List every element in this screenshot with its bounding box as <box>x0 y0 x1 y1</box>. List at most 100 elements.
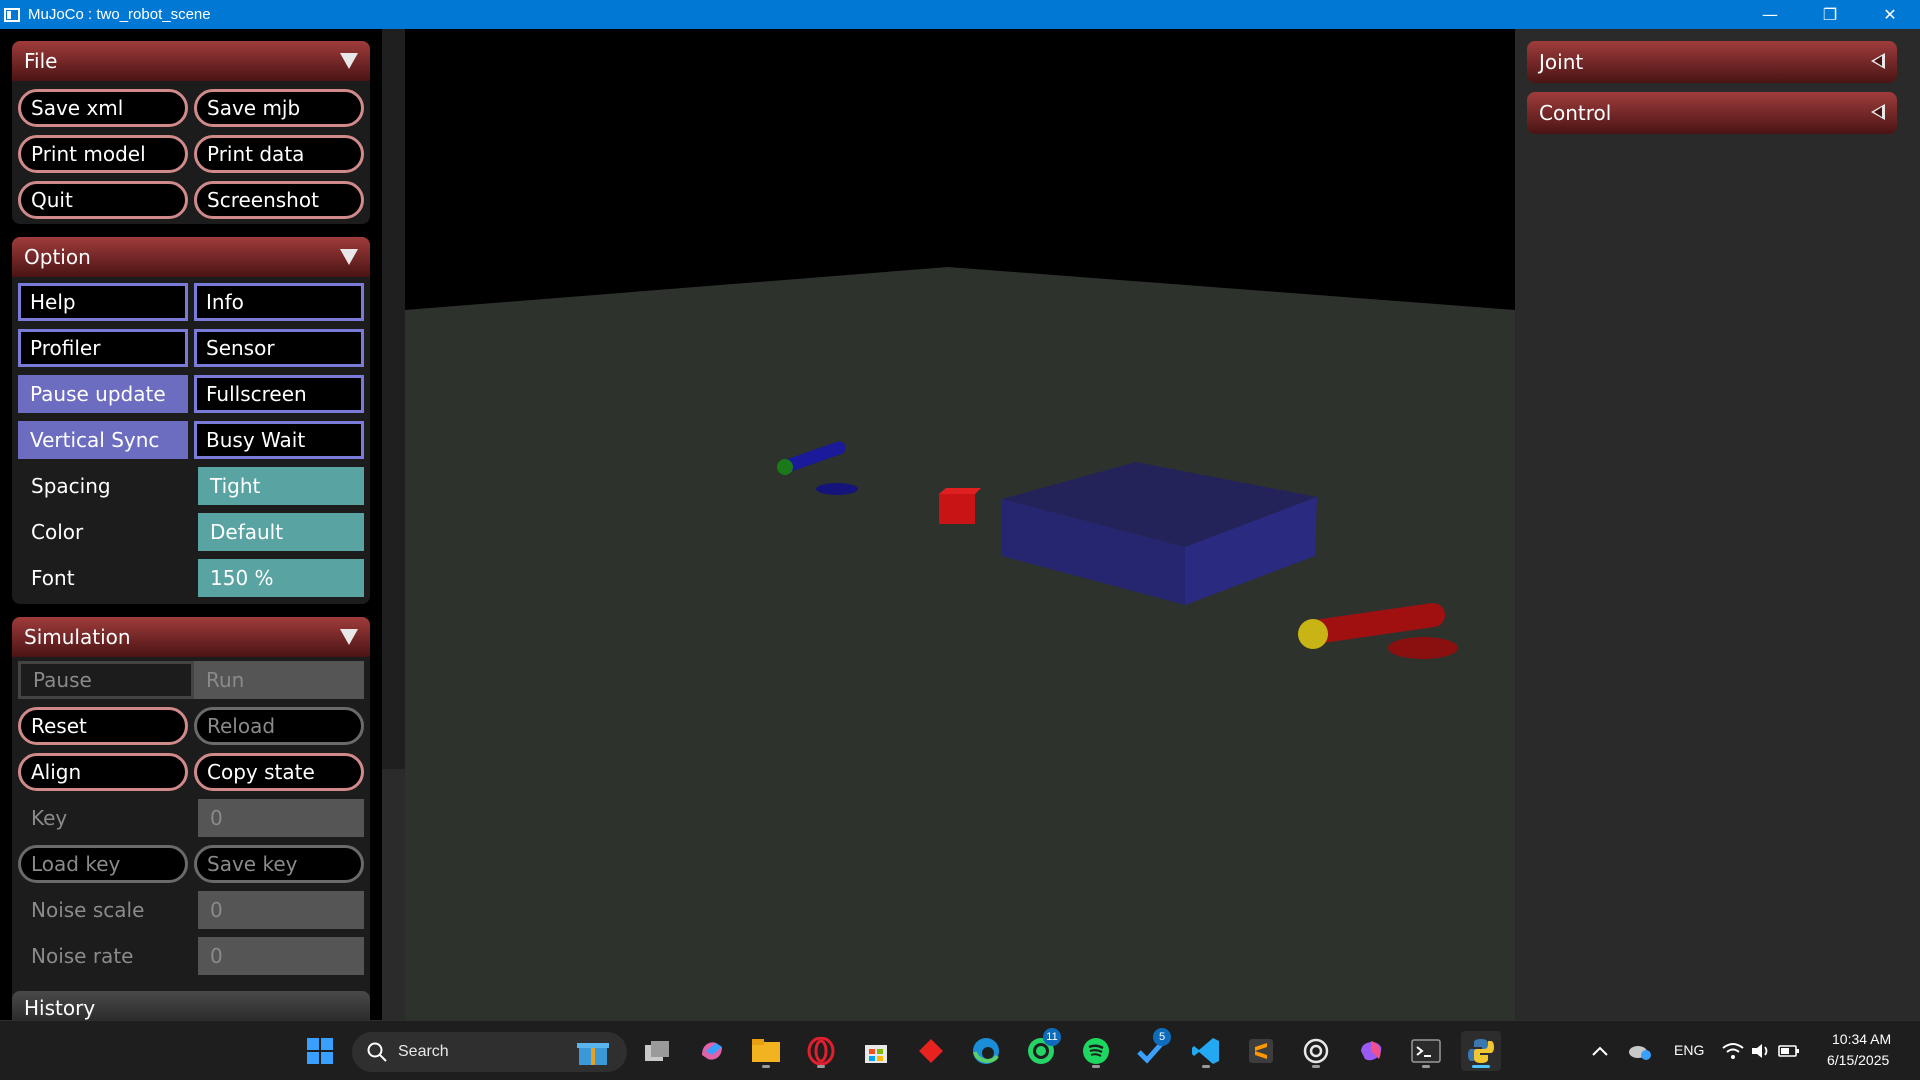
clock-date[interactable]: 6/15/2025 <box>1827 1052 1889 1068</box>
taskbar-search[interactable]: Search <box>352 1032 627 1072</box>
run-radio[interactable]: Run <box>194 661 364 699</box>
language-indicator[interactable]: ENG <box>1674 1042 1704 1058</box>
terminal-button[interactable] <box>1406 1031 1446 1071</box>
simulation-header-label: Simulation <box>24 625 131 649</box>
noise-rate-field[interactable]: 0 <box>198 937 364 975</box>
minimize-button[interactable]: — <box>1740 0 1800 29</box>
joint-section-header[interactable]: Joint <box>1527 41 1897 83</box>
battery-icon <box>1778 1045 1799 1057</box>
file-explorer-button[interactable] <box>746 1031 786 1071</box>
window-controls: — ❐ ✕ <box>1740 0 1920 29</box>
simulation-viewport[interactable] <box>405 29 1515 1020</box>
busy-wait-toggle[interactable]: Busy Wait <box>194 421 364 459</box>
title-bar: MuJoCo : two_robot_scene — ❐ ✕ <box>0 0 1920 29</box>
task-view-icon <box>645 1041 669 1061</box>
copy-state-button[interactable]: Copy state <box>194 753 364 791</box>
start-button[interactable] <box>300 1031 340 1071</box>
scene-render <box>405 29 1515 1020</box>
edge-icon <box>973 1038 999 1064</box>
control-section-header[interactable]: Control <box>1527 92 1897 134</box>
spacing-select[interactable]: Tight <box>198 467 364 505</box>
print-model-button[interactable]: Print model <box>18 135 188 173</box>
color-select[interactable]: Default <box>198 513 364 551</box>
folder-icon <box>752 1039 780 1062</box>
history-section-header[interactable]: History <box>12 991 370 1020</box>
file-section-header[interactable]: File <box>12 41 370 81</box>
simulation-section: Simulation Pause Run Reset Reload Align … <box>12 617 370 1008</box>
blue-robot-joint <box>777 459 793 475</box>
onedrive-button[interactable] <box>1622 1031 1658 1071</box>
collapse-triangle-icon <box>340 249 358 265</box>
whatsapp-button[interactable]: 11 <box>1021 1028 1061 1071</box>
opera-button[interactable] <box>801 1031 841 1071</box>
control-header-label: Control <box>1539 101 1612 125</box>
noise-scale-field[interactable]: 0 <box>198 891 364 929</box>
align-button[interactable]: Align <box>18 753 188 791</box>
screenshot-button[interactable]: Screenshot <box>194 181 364 219</box>
floor-plane <box>405 267 1515 1020</box>
clock-time[interactable]: 10:34 AM <box>1832 1031 1891 1047</box>
key-label: Key <box>31 806 68 830</box>
pause-update-toggle[interactable]: Pause update <box>18 375 188 413</box>
volume-icon <box>1752 1044 1768 1058</box>
chatgpt-button[interactable] <box>1296 1031 1336 1071</box>
python-icon <box>1468 1039 1494 1063</box>
simulation-section-header[interactable]: Simulation <box>12 617 370 657</box>
taskbar: Search 11 5 ENG 10:34 AM 6/15/2025 <box>0 1020 1920 1080</box>
key-field[interactable]: 0 <box>198 799 364 837</box>
git-app-button[interactable] <box>911 1031 951 1071</box>
design-app-button[interactable] <box>1351 1031 1391 1071</box>
left-ui-panel: File Save xml Save mjb Print model Print… <box>0 29 382 1020</box>
spotify-icon <box>1083 1038 1109 1064</box>
font-select[interactable]: 150 % <box>198 559 364 597</box>
save-xml-button[interactable]: Save xml <box>18 89 188 127</box>
font-label: Font <box>31 566 75 590</box>
quick-settings-button[interactable] <box>1716 1031 1806 1071</box>
vertical-sync-toggle[interactable]: Vertical Sync <box>18 421 188 459</box>
load-key-button[interactable]: Load key <box>18 845 188 883</box>
sublime-button[interactable] <box>1241 1031 1281 1071</box>
sensor-toggle[interactable]: Sensor <box>194 329 364 367</box>
cloud-icon <box>1629 1046 1651 1060</box>
scrollbar-thumb[interactable] <box>382 29 405 769</box>
joint-header-label: Joint <box>1539 50 1584 74</box>
fullscreen-toggle[interactable]: Fullscreen <box>194 375 364 413</box>
blue-robot-base <box>816 483 858 495</box>
todo-button[interactable]: 5 <box>1131 1028 1171 1071</box>
help-toggle[interactable]: Help <box>18 283 188 321</box>
vscode-icon <box>1192 1038 1219 1064</box>
diamond-app-icon <box>919 1039 943 1063</box>
pause-radio[interactable]: Pause <box>18 661 194 699</box>
red-robot-arm <box>1310 603 1445 643</box>
save-key-button[interactable]: Save key <box>194 845 364 883</box>
edge-button[interactable] <box>966 1031 1006 1071</box>
reload-button[interactable]: Reload <box>194 707 364 745</box>
todo-badge: 5 <box>1153 1028 1171 1046</box>
task-view-button[interactable] <box>637 1031 677 1071</box>
python-mujoco-button[interactable] <box>1461 1031 1501 1071</box>
option-section-header[interactable]: Option <box>12 237 370 277</box>
opera-icon <box>807 1037 835 1065</box>
profiler-toggle[interactable]: Profiler <box>18 329 188 367</box>
expand-triangle-icon <box>1871 53 1885 69</box>
windows-icon <box>307 1038 333 1064</box>
vscode-button[interactable] <box>1186 1031 1226 1071</box>
copilot-button[interactable] <box>692 1031 732 1071</box>
openai-icon <box>1303 1038 1329 1064</box>
print-data-button[interactable]: Print data <box>194 135 364 173</box>
microsoft-store-button[interactable] <box>856 1031 896 1071</box>
info-toggle[interactable]: Info <box>194 283 364 321</box>
reset-button[interactable]: Reset <box>18 707 188 745</box>
noise-scale-label: Noise scale <box>31 898 145 922</box>
window-title: MuJoCo : two_robot_scene <box>28 6 211 23</box>
close-button[interactable]: ✕ <box>1860 0 1920 29</box>
left-panel-scrollbar[interactable] <box>382 29 405 1020</box>
app-icon <box>4 7 20 22</box>
maximize-button[interactable]: ❐ <box>1800 0 1860 29</box>
red-robot-base <box>1388 637 1458 659</box>
show-hidden-icons-button[interactable] <box>1580 1031 1620 1071</box>
file-section: File Save xml Save mjb Print model Print… <box>12 41 370 224</box>
save-mjb-button[interactable]: Save mjb <box>194 89 364 127</box>
quit-button[interactable]: Quit <box>18 181 188 219</box>
spotify-button[interactable] <box>1076 1031 1116 1071</box>
